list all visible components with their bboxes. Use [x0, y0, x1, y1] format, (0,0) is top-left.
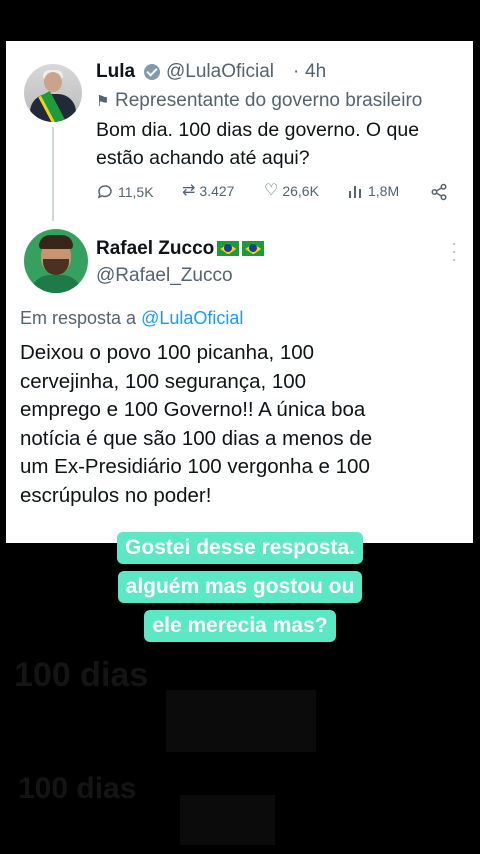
caption-line-2: alguém mas gostou ou: [117, 571, 363, 603]
retweet-icon: ⇄: [182, 182, 196, 199]
like-button[interactable]: ♡ 26,6K: [264, 182, 319, 200]
like-count: 26,6K: [282, 183, 319, 199]
verified-badge-icon: [144, 64, 160, 80]
original-tweet-text-line-1: Bom dia. 100 dias de governo. O que: [96, 119, 420, 141]
reply-text-line: notícia é que são 100 dias a menos de: [20, 426, 373, 450]
heart-icon: ♡: [264, 182, 279, 199]
lula-avatar[interactable]: [24, 64, 82, 122]
reply-to-link[interactable]: @LulaOficial: [141, 308, 243, 328]
share-button[interactable]: [430, 183, 448, 201]
government-label[interactable]: Representante do governo brasileiro: [115, 90, 422, 112]
time-separator: ·: [293, 61, 300, 82]
thread-connector-line: [52, 127, 54, 221]
tweet-screenshot-card: Lula @LulaOficial · 4h ⚑ Representante d…: [6, 41, 473, 543]
caption-line-3-wrap: ele merecia mas?: [0, 610, 480, 642]
reply-button[interactable]: 11,5K: [96, 183, 154, 201]
views-chart-icon: [349, 186, 361, 198]
background-title-2: 100 dias: [18, 772, 137, 805]
retweet-count: 3.427: [199, 183, 235, 199]
reply-text-line: escrúpulos no poder!: [20, 483, 212, 507]
lula-handle[interactable]: @LulaOficial: [166, 61, 274, 83]
brazil-flag-icon: [242, 241, 265, 257]
caption-line-3: ele merecia mas?: [144, 610, 336, 642]
views-button[interactable]: 1,8M: [348, 183, 399, 199]
rafael-display-name[interactable]: Rafael Zucco: [96, 238, 265, 260]
background-panel-2: [180, 795, 275, 845]
brazil-flag-icon: [217, 241, 240, 257]
reply-text-line: emprego e 100 Governo!! A única boa: [20, 398, 366, 421]
caption-line-1: Gostei desse resposta.: [117, 532, 363, 564]
rafael-handle[interactable]: @Rafael_Zucco: [96, 265, 233, 287]
retweet-button[interactable]: ⇄ 3.427: [182, 182, 235, 200]
reply-count: 11,5K: [118, 184, 154, 200]
flag-icon: ⚑: [96, 93, 110, 110]
reply-icon: [97, 185, 112, 199]
rafael-avatar[interactable]: [24, 229, 88, 293]
original-tweet-text-line-2: estão achando até aqui?: [96, 147, 310, 169]
background-panel-1: [166, 690, 316, 752]
tweet-time[interactable]: 4h: [305, 61, 326, 83]
reply-prefix: Em resposta a: [20, 308, 137, 328]
caption-line-1-wrap: Gostei desse resposta.: [0, 532, 480, 564]
reply-text-line: cervejinha, 100 segurança, 100: [20, 369, 307, 393]
reply-text-line: Deixou o povo 100 picanha, 100: [20, 341, 315, 364]
caption-line-2-wrap: alguém mas gostou ou: [0, 571, 480, 603]
lula-display-name[interactable]: Lula: [96, 61, 135, 83]
background-title-1: 100 dias: [14, 656, 149, 694]
more-options-icon[interactable]: · · ·: [450, 234, 458, 268]
reply-context: Em resposta a @LulaOficial: [20, 308, 243, 329]
reply-tweet-text: Deixou o povo 100 picanha, 100 cervejinh…: [20, 339, 465, 510]
views-count: 1,8M: [368, 183, 400, 199]
share-icon: [431, 183, 447, 201]
reply-text-line: um Ex-Presidiário 100 vergonha e 100: [20, 455, 370, 478]
rafael-name-text: Rafael Zucco: [96, 238, 215, 259]
